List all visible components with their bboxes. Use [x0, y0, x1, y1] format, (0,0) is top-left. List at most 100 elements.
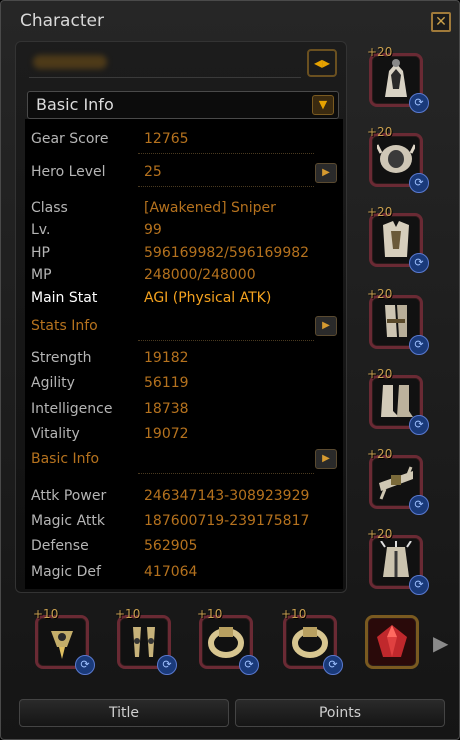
stat-value: 562905 — [144, 538, 198, 554]
equip-slot-belt[interactable]: +20 ⟳ — [365, 447, 429, 515]
divider — [138, 340, 314, 341]
points-button[interactable]: Points — [235, 699, 445, 727]
enhance-level: +10 — [115, 607, 141, 621]
enhance-level: +20 — [367, 45, 393, 59]
next-page-arrow-icon[interactable]: ▶ — [433, 631, 448, 655]
chevron-right-icon: ▶ — [322, 320, 330, 331]
chevron-right-icon: ▶ — [322, 167, 330, 178]
stat-label: HP — [31, 245, 50, 261]
chevron-down-icon[interactable]: ▼ — [312, 95, 334, 115]
character-window: Character ✕ ◂▸ Basic Info ▼ Gear Score 1… — [0, 0, 460, 740]
stat-value: 246347143-308923929 — [144, 488, 310, 504]
stat-label: Strength — [31, 350, 92, 366]
swap-view-button[interactable]: ◂▸ — [307, 49, 337, 77]
refresh-icon[interactable]: ⟳ — [409, 253, 429, 273]
stat-label: Main Stat — [31, 290, 98, 306]
basic-info-expand-button[interactable]: ▶ — [315, 449, 337, 469]
stat-value: 25 — [144, 164, 162, 180]
stat-label: Agility — [31, 375, 75, 391]
refresh-icon[interactable]: ⟳ — [157, 655, 177, 675]
stat-label: Vitality — [31, 426, 80, 442]
ring-icon — [208, 627, 244, 658]
stat-label: Hero Level — [31, 164, 106, 180]
stat-value: 19182 — [144, 350, 189, 366]
leg-armor-icon — [380, 541, 412, 577]
section-title-stats-info: Stats Info — [31, 318, 98, 334]
equip-slot-ring-1[interactable]: +10 ⟳ — [195, 607, 259, 675]
stat-label: Gear Score — [31, 131, 109, 147]
divider — [138, 153, 314, 154]
stats-info-expand-button[interactable]: ▶ — [315, 316, 337, 336]
refresh-icon[interactable]: ⟳ — [75, 655, 95, 675]
stat-value: 12765 — [144, 131, 189, 147]
stat-value: 187600719-239175817 — [144, 513, 310, 529]
chevron-right-icon: ▶ — [322, 453, 330, 464]
enhance-level: +20 — [367, 205, 393, 219]
equip-slot-gloves[interactable]: +20 ⟳ — [365, 287, 429, 355]
equip-slot-necklace[interactable]: +10 ⟳ — [31, 607, 95, 675]
chest-armor-icon — [383, 221, 409, 257]
refresh-icon[interactable]: ⟳ — [409, 335, 429, 355]
stat-label: Class — [31, 200, 68, 216]
close-icon: ✕ — [435, 14, 447, 30]
section-title-basic-info: Basic Info — [31, 451, 100, 467]
enhance-level: +10 — [197, 607, 223, 621]
stat-label: Defense — [31, 538, 89, 554]
necklace-icon — [51, 631, 73, 659]
ring-icon — [292, 627, 328, 658]
refresh-icon[interactable]: ⟳ — [409, 415, 429, 435]
stat-label: Magic Attk — [31, 513, 105, 529]
equip-slot-gem[interactable] — [361, 611, 423, 673]
refresh-icon[interactable]: ⟳ — [409, 173, 429, 193]
stat-value: 248000/248000 — [144, 267, 256, 283]
helmet-icon — [385, 59, 407, 97]
enhance-level: +10 — [33, 607, 59, 621]
window-title: Character — [20, 11, 104, 31]
earring-icon — [133, 627, 155, 657]
boots-icon — [381, 385, 413, 417]
swap-arrows-icon: ◂▸ — [313, 53, 331, 72]
stat-value: 99 — [144, 222, 162, 238]
stat-label: Attk Power — [31, 488, 107, 504]
belt-icon — [379, 466, 413, 500]
refresh-icon[interactable]: ⟳ — [409, 495, 429, 515]
divider — [138, 186, 314, 187]
title-button[interactable]: Title — [19, 699, 229, 727]
stat-label: Magic Def — [31, 564, 101, 580]
stat-label: Lv. — [31, 222, 51, 238]
red-gem-icon — [377, 625, 407, 657]
stats-list: Gear Score 12765 Hero Level 25 ▶ Class [… — [25, 119, 343, 589]
name-underline — [29, 77, 301, 78]
equip-slot-legs[interactable]: +20 ⟳ — [365, 527, 429, 595]
close-button[interactable]: ✕ — [431, 12, 451, 32]
refresh-icon[interactable]: ⟳ — [239, 655, 259, 675]
gloves-icon — [385, 305, 407, 337]
info-category-dropdown[interactable]: Basic Info ▼ — [27, 91, 339, 119]
enhance-level: +20 — [367, 527, 393, 541]
stat-label: Intelligence — [31, 401, 113, 417]
refresh-icon[interactable]: ⟳ — [409, 575, 429, 595]
equip-slot-chest[interactable]: +20 ⟳ — [365, 205, 429, 273]
character-name-obscured — [33, 55, 107, 69]
equip-slot-earring[interactable]: +10 ⟳ — [113, 607, 177, 675]
equip-slot-boots[interactable]: +20 ⟳ — [365, 367, 429, 435]
enhance-level: +20 — [367, 287, 393, 301]
enhance-level: +20 — [367, 125, 393, 139]
equip-slot-ring-2[interactable]: +10 ⟳ — [279, 607, 343, 675]
stat-value: 18738 — [144, 401, 189, 417]
dropdown-selected-value: Basic Info — [36, 95, 114, 114]
hero-level-expand-button[interactable]: ▶ — [315, 163, 337, 183]
equip-slot-shoulders[interactable]: +20 ⟳ — [365, 125, 429, 193]
refresh-icon[interactable]: ⟳ — [323, 655, 343, 675]
title-bar[interactable]: Character ✕ — [1, 1, 459, 41]
equip-slot-helmet[interactable]: +20 ⟳ — [365, 45, 429, 113]
enhance-level: +20 — [367, 447, 393, 461]
stat-value: [Awakened] Sniper — [144, 200, 276, 216]
stat-label: MP — [31, 267, 52, 283]
shoulder-armor-icon — [377, 144, 415, 173]
divider — [138, 473, 314, 474]
stat-value: 417064 — [144, 564, 198, 580]
enhance-level: +20 — [367, 367, 393, 381]
refresh-icon[interactable]: ⟳ — [409, 93, 429, 113]
stat-value: 56119 — [144, 375, 189, 391]
